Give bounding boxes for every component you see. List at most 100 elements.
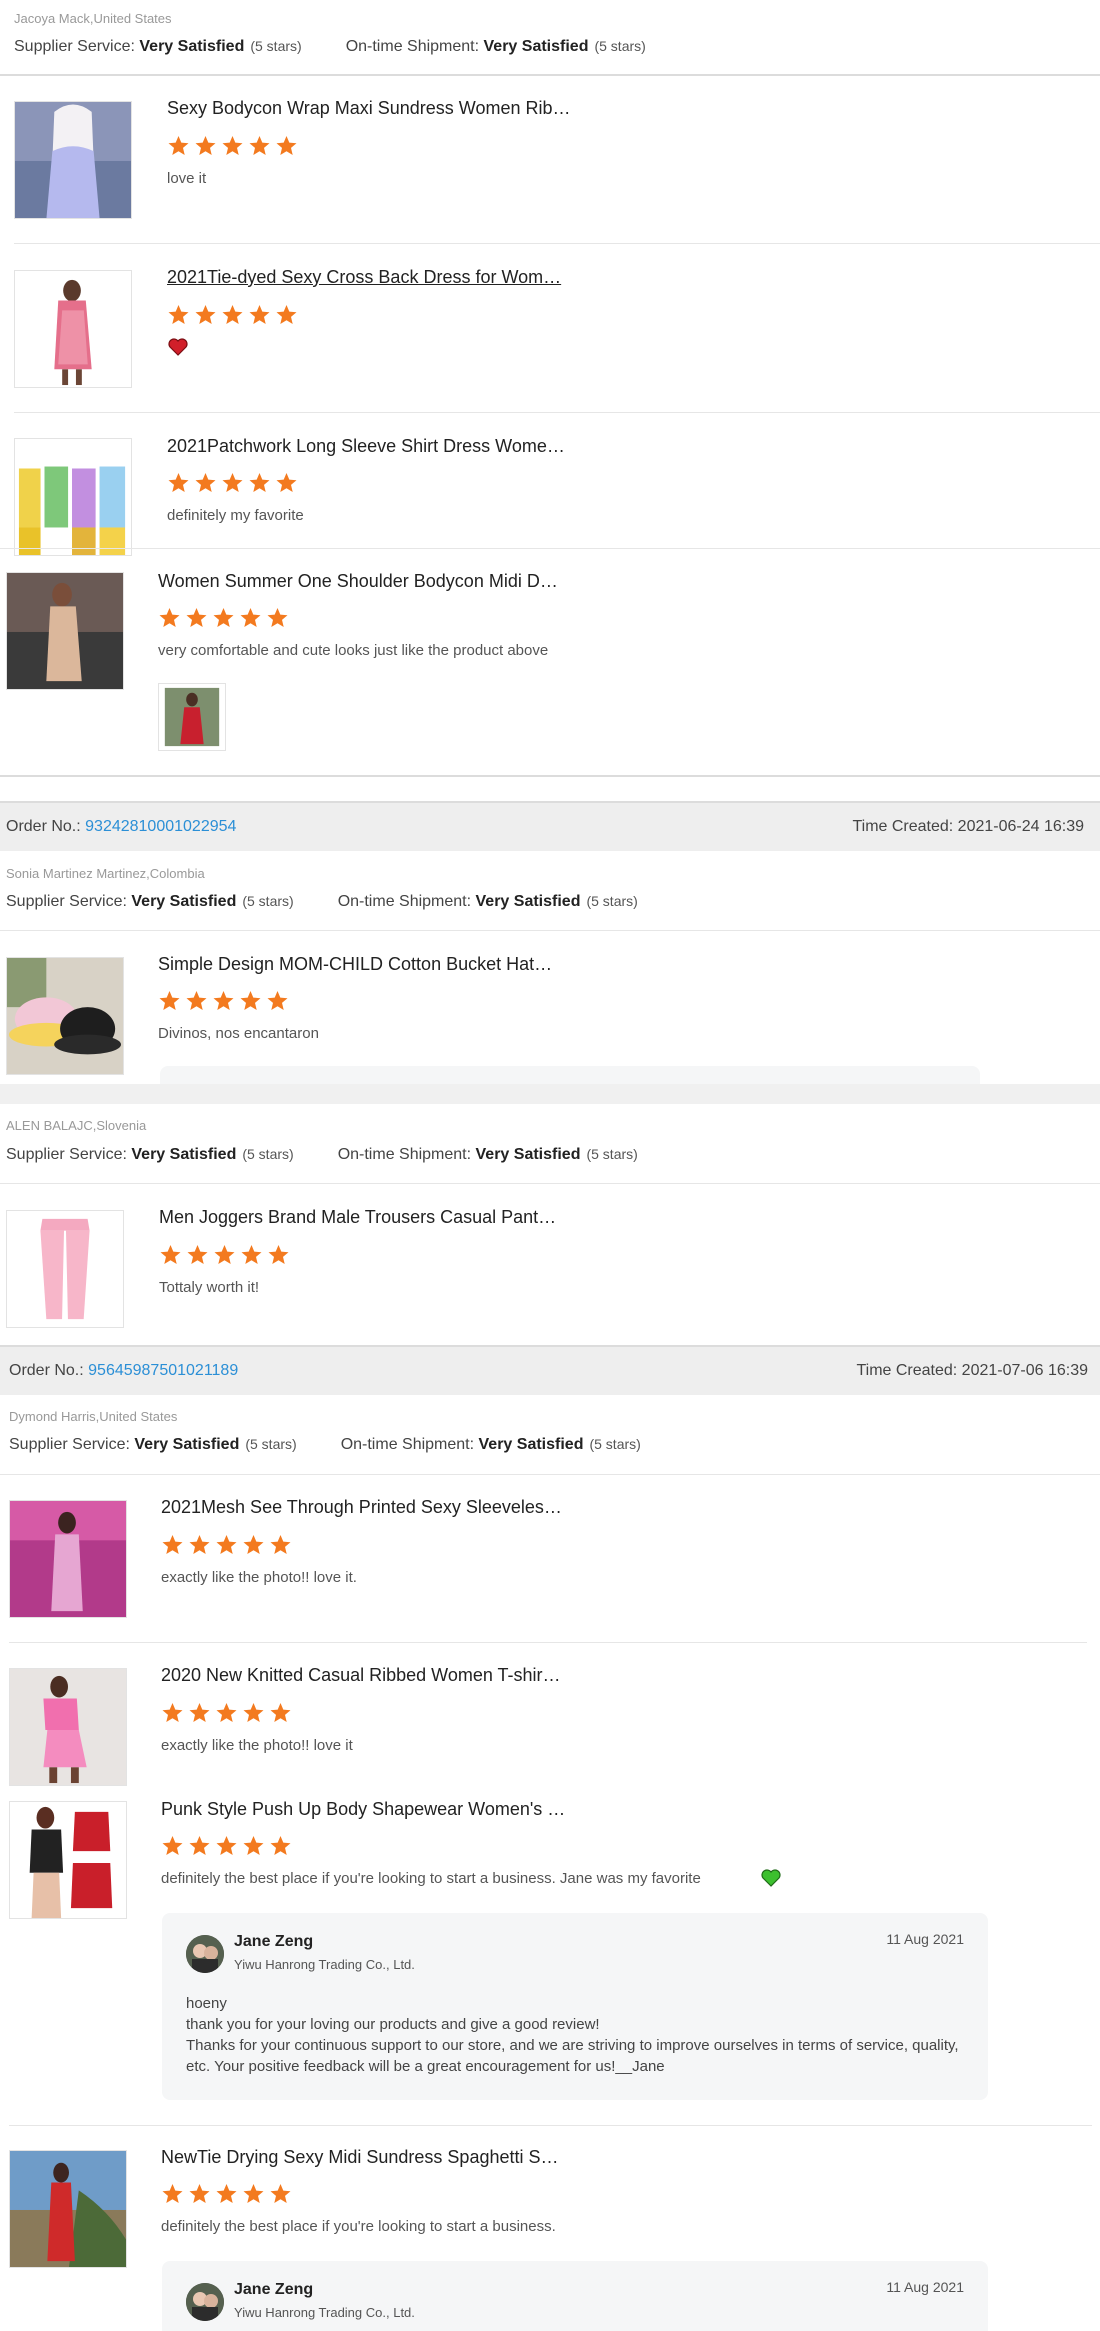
star-icon: [160, 1245, 181, 1264]
supplier-stars: (5 stars): [245, 1436, 297, 1452]
red-heart-icon: [168, 338, 188, 356]
review-text: definitely the best place if you're look…: [161, 2218, 556, 2235]
star-icon: [162, 1535, 183, 1554]
star-icon: [216, 1703, 237, 1722]
seller-ratings: Supplier Service: Very Satisfied (5 stars…: [14, 38, 646, 56]
order-header: Order No.: 93242810001022954 Time Create…: [0, 801, 1100, 851]
buyer-name: Jacoya Mack,United States: [14, 11, 172, 26]
star-icon: [195, 136, 216, 155]
order-number-link[interactable]: 95645987501021189: [88, 1362, 238, 1379]
product-title[interactable]: 2020 New Knitted Casual Ribbed Women T-s…: [161, 1665, 561, 1686]
star-icon: [214, 1245, 235, 1264]
star-icon: [276, 136, 297, 155]
product-title[interactable]: Simple Design MOM-CHILD Cotton Bucket Ha…: [158, 954, 552, 975]
reply-company: Yiwu Hanrong Trading Co., Ltd.: [234, 1957, 415, 1972]
star-icon: [276, 473, 297, 492]
star-icon: [189, 1535, 210, 1554]
time-created: 2021-06-24 16:39: [957, 818, 1084, 835]
shipment-stars: (5 stars): [594, 38, 646, 54]
order-number-link[interactable]: 93242810001022954: [85, 818, 236, 835]
star-icon: [240, 608, 261, 627]
rating-stars: [159, 1244, 290, 1266]
star-icon: [243, 1535, 264, 1554]
seller-reply-box: [160, 1066, 980, 1084]
product-thumbnail[interactable]: [9, 2150, 127, 2268]
rating-stars: [161, 2183, 292, 2205]
star-icon: [222, 136, 243, 155]
star-icon: [213, 991, 234, 1010]
reply-text: hoeny thank you for your loving our prod…: [186, 1995, 959, 2075]
rating-stars: [167, 304, 298, 326]
supplier-value: Very Satisfied: [131, 893, 237, 910]
rating-stars: [158, 607, 289, 629]
review-text: definitely my favorite: [167, 507, 304, 524]
seller-ratings: Supplier Service: Very Satisfied (5 stars…: [9, 1436, 641, 1454]
product-thumbnail[interactable]: [6, 572, 124, 690]
supplier-value: Very Satisfied: [139, 38, 245, 55]
shipment-stars: (5 stars): [586, 893, 638, 909]
product-thumbnail[interactable]: [6, 1210, 124, 1328]
star-icon: [216, 1836, 237, 1855]
product-thumbnail[interactable]: [6, 957, 124, 1075]
product-title[interactable]: Women Summer One Shoulder Bodycon Midi D…: [158, 571, 558, 592]
rating-stars: [161, 1835, 292, 1857]
seller-reply-box: Jane Zeng Yiwu Hanrong Trading Co., Ltd.…: [162, 2261, 988, 2331]
shipment-value: Very Satisfied: [475, 893, 581, 910]
star-icon: [195, 305, 216, 324]
product-title[interactable]: 2021Mesh See Through Printed Sexy Sleeve…: [161, 1497, 562, 1518]
review-photo[interactable]: [158, 683, 226, 751]
green-heart-icon: [761, 1869, 781, 1887]
star-icon: [195, 473, 216, 492]
star-icon: [270, 2184, 291, 2203]
star-icon: [168, 473, 189, 492]
star-icon: [216, 1535, 237, 1554]
star-icon: [222, 305, 243, 324]
rating-stars: [167, 472, 298, 494]
product-title[interactable]: Sexy Bodycon Wrap Maxi Sundress Women Ri…: [167, 98, 571, 119]
supplier-label: Supplier Service:: [6, 1146, 132, 1163]
shipment-label: On-time Shipment:: [340, 1436, 479, 1453]
star-icon: [162, 1703, 183, 1722]
star-icon: [270, 1703, 291, 1722]
star-icon: [186, 608, 207, 627]
star-icon: [189, 1836, 210, 1855]
time-label: Time Created:: [852, 818, 958, 835]
star-icon: [168, 136, 189, 155]
product-title[interactable]: Punk Style Push Up Body Shapewear Women'…: [161, 1799, 565, 1820]
order-label: Order No.:: [6, 818, 86, 835]
product-thumbnail[interactable]: [9, 1668, 127, 1786]
product-thumbnail[interactable]: [14, 438, 132, 556]
star-icon: [249, 136, 270, 155]
product-title[interactable]: 2021Patchwork Long Sleeve Shirt Dress Wo…: [167, 436, 565, 457]
product-thumbnail[interactable]: [9, 1500, 127, 1618]
time-created: 2021-07-06 16:39: [961, 1362, 1088, 1379]
shipment-stars: (5 stars): [589, 1436, 641, 1452]
product-title[interactable]: Men Joggers Brand Male Trousers Casual P…: [159, 1207, 556, 1228]
review-text: exactly like the photo!! love it: [161, 1737, 353, 1754]
supplier-label: Supplier Service:: [9, 1436, 135, 1453]
product-thumbnail[interactable]: [14, 101, 132, 219]
star-icon: [249, 305, 270, 324]
product-title[interactable]: 2021Tie-dyed Sexy Cross Back Dress for W…: [167, 267, 561, 288]
star-icon: [168, 305, 189, 324]
buyer-name: Sonia Martinez Martinez,Colombia: [6, 866, 205, 881]
order-header: Order No.: 95645987501021189 Time Create…: [0, 1345, 1100, 1395]
supplier-stars: (5 stars): [242, 893, 294, 909]
time-label: Time Created:: [856, 1362, 962, 1379]
supplier-value: Very Satisfied: [131, 1146, 237, 1163]
review-text: Tottaly worth it!: [159, 1279, 260, 1296]
star-icon: [243, 1703, 264, 1722]
star-icon: [276, 305, 297, 324]
product-thumbnail[interactable]: [9, 1801, 127, 1919]
star-icon: [187, 1245, 208, 1264]
product-thumbnail[interactable]: [14, 270, 132, 388]
seller-ratings: Supplier Service: Very Satisfied (5 stars…: [6, 893, 638, 911]
star-icon: [222, 473, 243, 492]
star-icon: [216, 2184, 237, 2203]
buyer-name: ALEN BALAJC,Slovenia: [6, 1118, 147, 1133]
product-title[interactable]: NewTie Drying Sexy Midi Sundress Spaghet…: [161, 2147, 559, 2168]
reply-author: Jane Zeng: [234, 2281, 314, 2298]
buyer-name: Dymond Harris,United States: [9, 1409, 178, 1424]
seller-ratings: Supplier Service: Very Satisfied (5 stars…: [6, 1146, 638, 1164]
review-text: love it: [167, 170, 207, 187]
